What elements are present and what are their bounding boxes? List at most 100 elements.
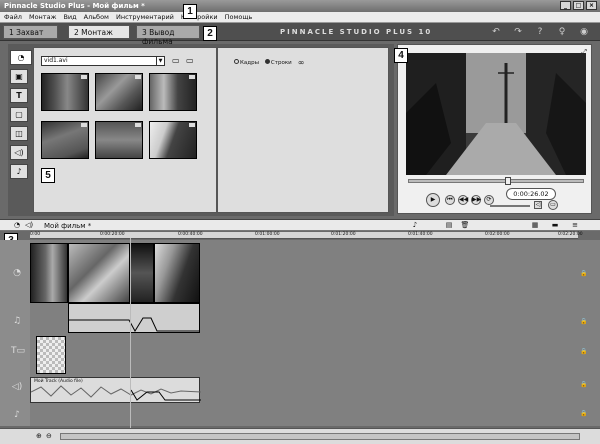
audio-view-icon[interactable]: ◁) [24, 221, 34, 230]
video-clip[interactable] [130, 243, 154, 303]
view-rows-option[interactable]: Строки [264, 59, 292, 66]
scene-thumbnail[interactable] [149, 121, 197, 159]
brand-label: PINNACLE STUDIO PLUS 10 [280, 28, 433, 36]
video-clip[interactable] [68, 243, 130, 303]
scene-thumbnail[interactable] [41, 121, 89, 159]
video-clip[interactable] [30, 243, 68, 303]
volume-slider[interactable] [490, 205, 530, 207]
timeline-bottom-bar: ⊕ ⊖ [0, 428, 600, 444]
callout-1: 1 [183, 4, 197, 19]
original-audio-icon[interactable]: ♫ [11, 316, 23, 328]
fullscreen-icon[interactable]: ▭ [548, 200, 558, 210]
transition-icon[interactable]: ◫ [10, 126, 28, 141]
storyboard-view-icon[interactable]: ▦ [530, 221, 540, 230]
rewind-icon[interactable]: ⏮ [445, 195, 455, 205]
lock-icon[interactable]: 🔒 [580, 318, 588, 326]
redo-icon[interactable]: ↷ [512, 27, 524, 38]
next-frame-icon[interactable]: ▶▶ [471, 195, 481, 205]
video-track-icon[interactable]: ◔ [11, 268, 23, 280]
razor-icon[interactable]: ▤ [444, 221, 454, 230]
minimize-button[interactable]: _ [560, 1, 571, 10]
tab-edit[interactable]: 2 Монтаж [68, 25, 130, 39]
scrubber[interactable] [408, 177, 584, 185]
album-side-tabs: ◔ ▣ T ▢ ◫ ◁) ♪ [10, 50, 34, 183]
menu-file[interactable]: Файл [4, 13, 22, 22]
still-image-icon[interactable]: ▢ [10, 107, 28, 122]
folder-open-icon[interactable]: ▭ [186, 56, 196, 65]
folder-up-icon[interactable]: ▭ [172, 56, 182, 65]
menu-edit[interactable]: Монтаж [29, 13, 56, 22]
lock-icon[interactable]: 🔒 [580, 348, 588, 356]
project-title: Мой фильм * [44, 222, 92, 230]
photo-icon[interactable]: ▣ [10, 69, 28, 84]
ruler-tick: 0:01:20:00 [331, 232, 356, 237]
close-button[interactable]: × [586, 1, 597, 10]
menu-bar: Файл Монтаж Вид Альбом Инструментарий На… [0, 12, 600, 23]
video-clip[interactable] [154, 243, 200, 303]
timeline-view-icon[interactable]: ▬ [550, 221, 560, 230]
trash-icon[interactable]: 🗑 [460, 221, 470, 230]
lock-icon[interactable]: 🔒 [580, 410, 588, 418]
scrubber-handle[interactable] [505, 177, 511, 185]
microphone-icon[interactable]: ♪ [10, 164, 28, 179]
help-icon[interactable]: ? [534, 27, 546, 38]
album-panel: ◔ ▣ T ▢ ◫ ◁) ♪ vid1.avi ▼ ▭ ▭ 5 Кадры Ст… [8, 44, 394, 216]
zoom-in-icon[interactable]: ⊕ [36, 432, 45, 441]
maximize-button[interactable]: □ [573, 1, 584, 10]
text-view-icon[interactable]: ≡ [570, 221, 580, 230]
file-dropdown[interactable]: vid1.avi ▼ [41, 56, 165, 66]
callout-4: 4 [394, 48, 408, 63]
lock-icon[interactable]: 🔒 [580, 270, 588, 278]
loop-icon[interactable]: ⟳ [484, 195, 494, 205]
window-title: Pinnacle Studio Plus - Мой фильм * [4, 2, 145, 10]
scene-thumbnail[interactable] [149, 73, 197, 111]
menu-help[interactable]: Помощь [225, 13, 253, 22]
prev-frame-icon[interactable]: ◀◀ [458, 195, 468, 205]
play-icon[interactable]: ▶ [426, 193, 440, 207]
title-overlay-clip[interactable] [36, 336, 66, 374]
ruler-tick: 0:00:40:00 [178, 232, 203, 237]
original-audio-clip[interactable] [68, 303, 200, 333]
zoom-out-icon[interactable]: ⊖ [46, 432, 55, 441]
tab-make-movie[interactable]: 3 Вывод фильма [136, 25, 200, 46]
callout-2: 2 [203, 26, 217, 41]
tab-capture[interactable]: 1 Захват [3, 25, 58, 39]
camera-view-icon[interactable]: ◔ [12, 221, 22, 230]
scene-thumbnail[interactable] [41, 73, 89, 111]
menu-album[interactable]: Альбом [84, 13, 109, 22]
mode-tab-bar: 1 Захват 2 Монтаж 3 Вывод фильма PINNACL… [0, 23, 600, 46]
music-clip[interactable]: Мой Track (Audio file) [30, 377, 202, 403]
timecode-display[interactable]: 0:00:26.02 [506, 188, 556, 200]
title-track-icon[interactable]: T▭ [11, 346, 25, 358]
title-text-icon[interactable]: T [10, 88, 28, 103]
menu-toolbox[interactable]: Инструментарий [116, 13, 174, 22]
lock-icon[interactable]: 🔒 [580, 381, 588, 389]
file-dropdown-value: vid1.avi [44, 57, 68, 64]
scene-thumbnail[interactable] [95, 121, 143, 159]
scene-detect-icon[interactable]: ∞ [298, 58, 305, 67]
ruler-tick: 0:02:20:00 [558, 232, 583, 237]
playhead[interactable] [130, 238, 131, 428]
preview-video [406, 53, 586, 175]
ruler-tick: 0:00:20:00 [100, 232, 125, 237]
timeline-scrollbar[interactable] [60, 433, 580, 440]
view-frames-option[interactable]: Кадры [234, 59, 259, 66]
preview-player: ⤢ ▶ ⏮ ◀◀ ▶▶ ⟳ 0:00:26.02 ◁ ▭ [397, 44, 592, 214]
audio-clip-label: Мой Track (Audio file) [34, 379, 83, 384]
sound-effect-track-icon[interactable]: ◁) [11, 382, 23, 394]
music-track-icon[interactable]: ♪ [11, 410, 23, 422]
sound-effect-icon[interactable]: ◁) [10, 145, 28, 160]
timeline-toolbar: ◔ ◁) Мой фильм * ♪ ▤ 🗑 ▦ ▬ ≡ [0, 219, 600, 231]
camera-icon[interactable]: ◉ [578, 27, 590, 38]
undo-icon[interactable]: ↶ [490, 27, 502, 38]
video-camera-icon[interactable]: ◔ [10, 50, 32, 65]
speaker-icon[interactable]: ◁ [534, 201, 542, 209]
audio-tool-icon[interactable]: ♪ [410, 221, 420, 230]
scene-thumbnail[interactable] [95, 73, 143, 111]
chevron-down-icon: ▼ [156, 57, 164, 65]
time-ruler[interactable]: 0:00 0:00:20:00 0:00:40:00 0:01:00:00 0:… [30, 232, 583, 239]
callout-5: 5 [41, 168, 55, 183]
menu-view[interactable]: Вид [63, 13, 76, 22]
tip-lightbulb-icon[interactable]: ♀ [556, 27, 568, 38]
track-header-column: ◔ ♫ T▭ ◁) ♪ [0, 240, 30, 426]
